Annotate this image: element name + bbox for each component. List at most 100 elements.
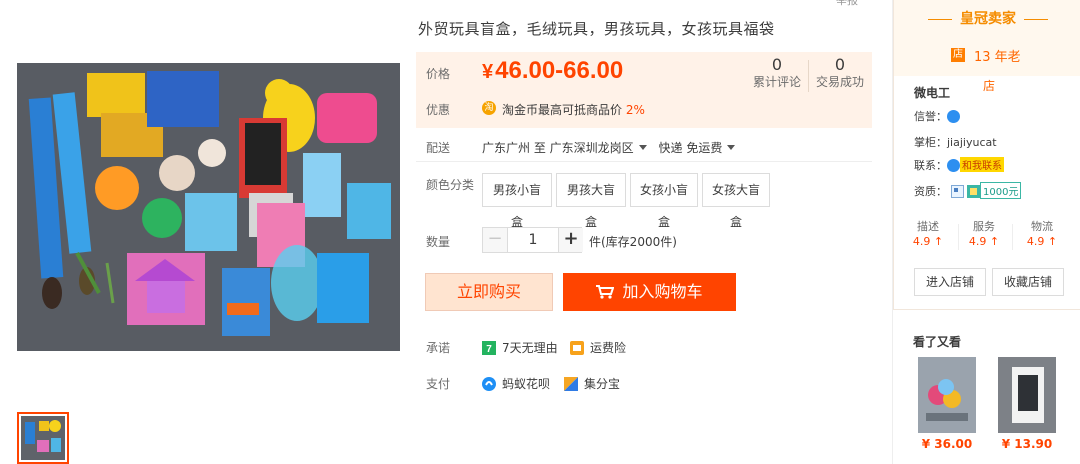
crown-seller-title: 皇冠卖家	[894, 8, 1080, 28]
ship-method-select[interactable]: 快递 免运费	[659, 141, 744, 155]
price-range: 46.00-66.00	[495, 57, 624, 84]
crown-line-right	[1024, 18, 1048, 20]
rating-divider	[958, 224, 959, 250]
ship-method-text: 快递 免运费	[658, 141, 723, 155]
ship-from: 广东广州 至	[482, 141, 546, 155]
price-panel: 价格 ¥46.00-66.00 0 累计评论 0 交易成功 优惠 淘 淘金币最高…	[416, 52, 872, 128]
quantity-input[interactable]: 1	[507, 228, 559, 252]
shipping-info: 广东广州 至 广东深圳龙岗区 快递 免运费	[482, 139, 743, 156]
seller-card: 皇冠卖家 店 13 年老 店 微电工 信誉： 掌柜：jiajiyucat 联系：…	[893, 0, 1080, 310]
keeper-value[interactable]: jiajiyucat	[947, 136, 997, 149]
quantity-increase-button[interactable]: +	[559, 228, 583, 252]
payment-label: 支付	[426, 377, 451, 391]
ship-to-text: 广东深圳龙岗区	[549, 141, 634, 155]
cert-row: 资质： 1000元	[914, 182, 1022, 199]
contact-seller-button[interactable]: 和我联系	[960, 157, 1004, 172]
rating-label: 物流	[1031, 220, 1053, 233]
credit-label: 信誉：	[914, 110, 947, 123]
chevron-down-icon	[727, 145, 736, 150]
promise-label: 承诺	[426, 341, 451, 355]
rating-value: 4.9 ↑	[1026, 235, 1058, 248]
pay-jifenbao[interactable]: 集分宝	[564, 375, 620, 392]
seven-day-return-icon: 7	[482, 341, 496, 355]
reviews-count: 0	[771, 55, 783, 74]
pay-jifenbao-text: 集分宝	[584, 377, 621, 391]
credit-level-icon	[947, 110, 960, 123]
price-value: ¥46.00-66.00	[482, 57, 623, 85]
crown-title-text: 皇冠卖家	[960, 11, 1016, 27]
also-viewed-image-1	[918, 357, 976, 433]
sku-option-boy-large[interactable]: 男孩大盲盒	[556, 173, 626, 229]
promise-7day[interactable]: 7 7天无理由	[482, 339, 558, 356]
stock-text: 件(库存2000件)	[589, 235, 677, 249]
sku-option-boy-small[interactable]: 男孩小盲盒	[482, 173, 552, 229]
currency-symbol: ¥	[482, 61, 494, 83]
product-main-image[interactable]	[17, 63, 400, 351]
enter-shop-button[interactable]: 进入店铺	[914, 268, 986, 296]
promo-label: 优惠	[426, 103, 451, 117]
price-row: 价格 ¥46.00-66.00 0 累计评论 0 交易成功	[416, 52, 872, 92]
color-label: 颜色分类	[426, 178, 475, 192]
quantity-decrease-button[interactable]: −	[483, 228, 507, 252]
contact-label: 联系：	[914, 159, 947, 172]
thumbnail-art	[21, 416, 65, 460]
huabei-icon	[482, 377, 496, 391]
product-title: 外贸玩具盲盒，毛绒玩具，男孩玩具，女孩玩具福袋	[418, 20, 775, 38]
also-viewed-item-2[interactable]	[998, 357, 1056, 433]
crown-line-left	[928, 18, 952, 20]
shop-badge-icon: 店	[951, 48, 965, 62]
cart-icon	[596, 275, 615, 299]
sku-option-girl-small[interactable]: 女孩小盲盒	[630, 173, 698, 229]
ship-to-select[interactable]: 广东深圳龙岗区	[550, 141, 655, 155]
keeper-row: 掌柜：jiajiyucat	[914, 134, 997, 150]
rating-label: 描述	[917, 220, 939, 233]
favorite-shop-button[interactable]: 收藏店铺	[992, 268, 1064, 296]
pay-huabei[interactable]: 蚂蚁花呗	[482, 375, 550, 392]
shipping-label: 配送	[426, 141, 451, 155]
rating-logistics: 物流 4.9 ↑	[1020, 220, 1064, 250]
shop-years: 13 年老	[974, 50, 1021, 65]
promise-freight-insurance[interactable]: 运费险	[570, 339, 626, 356]
thumbnail-1[interactable]	[17, 412, 69, 464]
rating-service: 服务 4.9 ↑	[962, 220, 1006, 250]
promo-text: 淘金币最高可抵商品价 2%	[502, 101, 645, 118]
freight-insurance-icon	[570, 341, 584, 355]
jifenbao-icon	[564, 377, 578, 391]
rating-description: 描述 4.9 ↑	[906, 220, 950, 250]
deals-stat: 0 交易成功	[809, 56, 871, 90]
product-photo-art	[17, 63, 400, 351]
rating-label: 服务	[973, 220, 995, 233]
chevron-down-icon	[638, 145, 647, 150]
seller-header: 皇冠卖家 店 13 年老	[894, 0, 1080, 76]
deposit-icon	[967, 185, 980, 198]
shipping-row: 配送 广东广州 至 广东深圳龙岗区 快递 免运费	[416, 136, 872, 162]
buy-now-button[interactable]: 立即购买	[425, 273, 553, 311]
deposit-amount[interactable]: 1000元	[980, 182, 1022, 199]
add-to-cart-button[interactable]: 加入购物车	[563, 273, 736, 311]
license-icon[interactable]	[950, 185, 964, 198]
also-viewed-price-1: ¥ 36.00	[921, 437, 973, 451]
keeper-label: 掌柜：	[914, 136, 947, 149]
promo-percent: 2%	[625, 103, 645, 117]
also-viewed-item-1[interactable]	[918, 357, 976, 433]
shop-name[interactable]: 微电工	[914, 84, 950, 101]
rating-value: 4.9 ↑	[968, 235, 1000, 248]
add-to-cart-label: 加入购物车	[622, 282, 703, 301]
contact-row: 联系： 和我联系	[914, 157, 1004, 173]
also-viewed-image-2	[998, 357, 1056, 433]
seller-sidebar: 皇冠卖家 店 13 年老 店 微电工 信誉： 掌柜：jiajiyucat 联系：…	[892, 0, 1080, 464]
shop-years-cont: 店	[983, 79, 996, 93]
reviews-stat[interactable]: 0 累计评论	[746, 56, 808, 90]
sku-option-girl-large[interactable]: 女孩大盲盒	[702, 173, 770, 229]
report-link[interactable]: 举报	[836, 0, 858, 8]
promo-desc: 淘金币最高可抵商品价	[502, 103, 623, 117]
wangwang-icon	[947, 159, 960, 172]
quantity-label: 数量	[426, 235, 451, 249]
svg-text:7: 7	[486, 344, 492, 355]
rating-divider	[1012, 224, 1013, 250]
promise-7day-text: 7天无理由	[502, 341, 558, 355]
price-label: 价格	[426, 67, 451, 81]
rating-value: 4.9 ↑	[912, 235, 944, 248]
cert-label: 资质：	[914, 185, 947, 198]
also-viewed-price-2: ¥ 13.90	[1001, 437, 1053, 451]
